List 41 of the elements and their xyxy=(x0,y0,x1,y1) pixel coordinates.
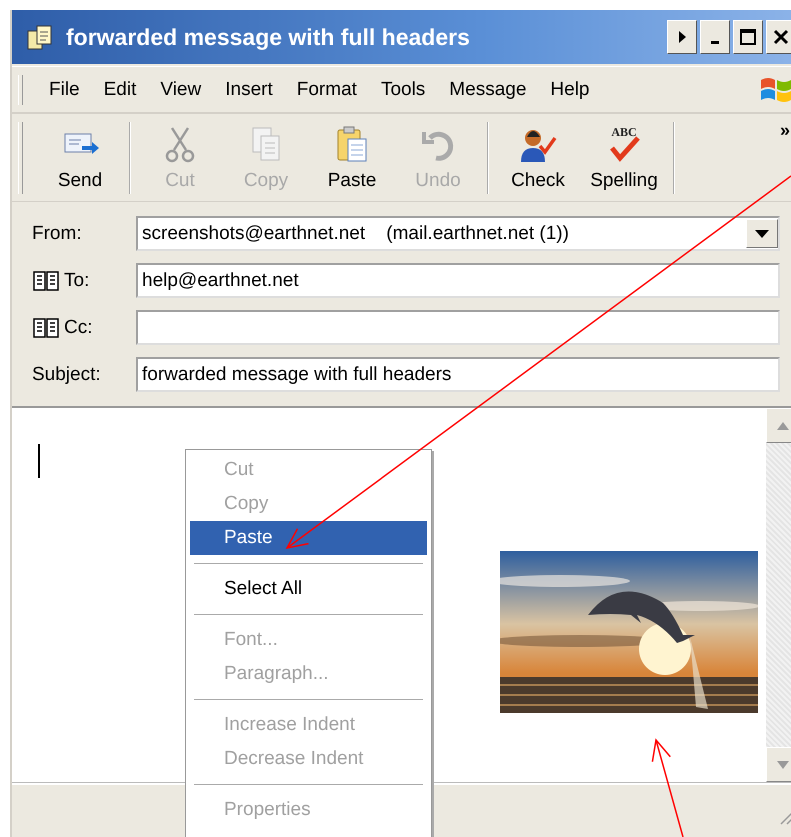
menu-item[interactable]: File xyxy=(37,78,92,100)
menu-item[interactable]: Help xyxy=(538,78,602,100)
documents-icon xyxy=(26,23,54,51)
maximize-button[interactable] xyxy=(733,20,763,54)
spelling-button[interactable]: ABC Spelling xyxy=(581,122,667,194)
text-cursor xyxy=(38,444,40,478)
menu-item[interactable]: Format xyxy=(284,78,369,100)
send-button[interactable]: Send xyxy=(37,122,123,194)
field-label: Subject: xyxy=(32,364,101,386)
field-label: From: xyxy=(32,222,82,244)
minimize-button[interactable] xyxy=(700,20,730,54)
scroll-down-button[interactable] xyxy=(766,747,791,782)
minimize-icon xyxy=(711,40,719,44)
toolbar-overflow-button[interactable]: » xyxy=(780,120,790,141)
menu-item[interactable]: Edit xyxy=(92,78,148,100)
context-menu-item[interactable]: Paste xyxy=(190,521,427,555)
close-icon xyxy=(773,29,789,45)
menu-item[interactable]: Message xyxy=(437,78,538,100)
address-field[interactable] xyxy=(136,310,780,345)
field-label: To: xyxy=(64,270,90,292)
scroll-up-button[interactable] xyxy=(766,408,791,443)
vertical-scrollbar[interactable] xyxy=(766,408,791,782)
menu-arrow-button[interactable] xyxy=(667,20,697,54)
menu-item[interactable]: Tools xyxy=(368,78,438,100)
triangle-icon xyxy=(677,30,687,44)
context-menu-item[interactable]: Select All xyxy=(190,572,427,606)
down-arrow-icon xyxy=(777,760,789,768)
address-field[interactable]: help@earthnet.net xyxy=(136,263,780,298)
address-book-icon xyxy=(32,316,60,338)
field-label: Cc: xyxy=(64,316,92,338)
menu-item[interactable]: View xyxy=(148,78,214,100)
from-dropdown[interactable]: screenshots@earthnet.net (mail.earthnet.net (1)) xyxy=(136,216,780,251)
address-book-icon xyxy=(32,270,60,292)
check-button[interactable]: Check xyxy=(495,122,581,194)
subject-field[interactable]: forwarded message with full headers xyxy=(136,357,780,392)
maximize-icon xyxy=(739,28,757,46)
menu-item[interactable]: Insert xyxy=(213,78,285,100)
close-button[interactable] xyxy=(766,20,791,54)
up-arrow-icon xyxy=(777,422,789,430)
window-title: forwarded message with full headers xyxy=(66,24,471,50)
paste-button[interactable]: Paste xyxy=(309,122,395,194)
